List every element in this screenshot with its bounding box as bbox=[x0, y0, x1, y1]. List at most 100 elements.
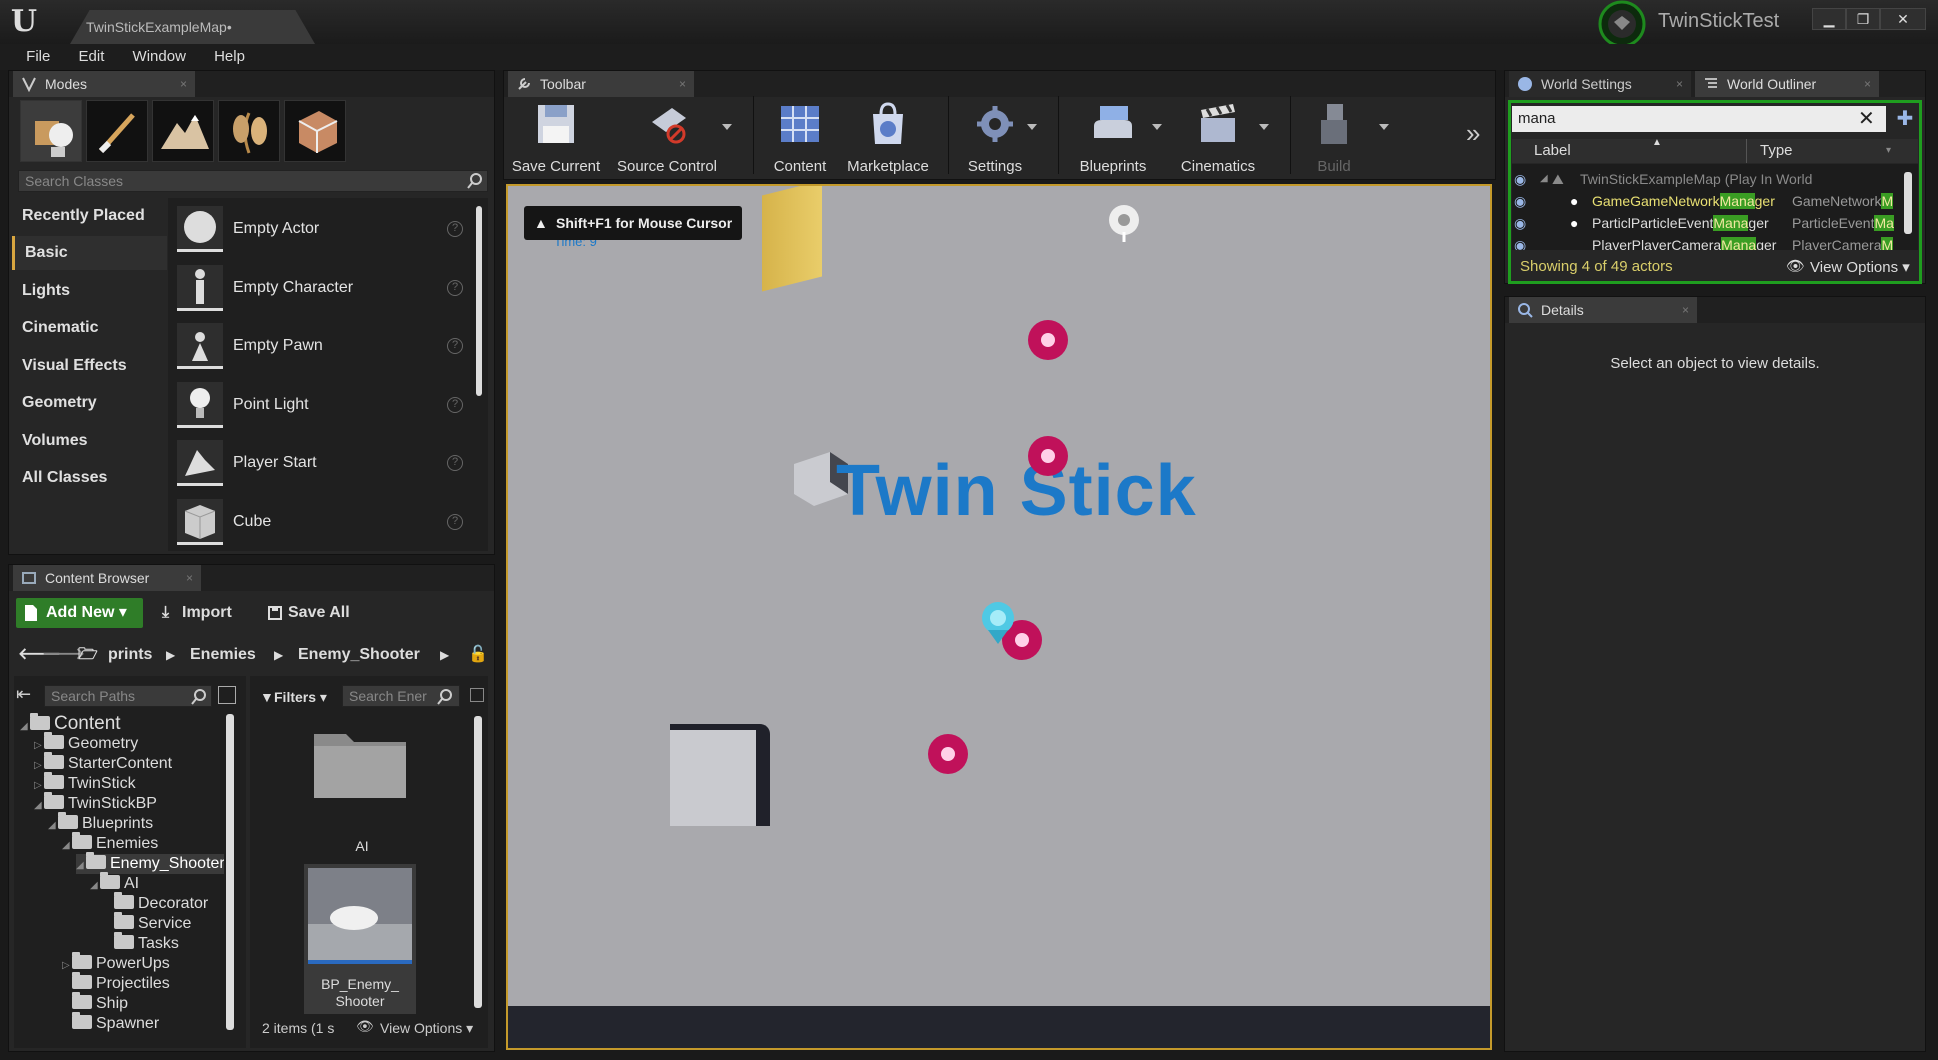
close-icon[interactable]: ✕ bbox=[1880, 8, 1926, 30]
geometry-mode-icon[interactable] bbox=[284, 100, 346, 162]
outliner-row-actor[interactable]: ◉ ● GameGameNetworkManager GameNetworkM bbox=[1512, 190, 1918, 212]
help-icon[interactable]: ? bbox=[447, 338, 463, 354]
expanded-caret-icon[interactable]: ◢ bbox=[48, 816, 58, 836]
category-geometry[interactable]: Geometry bbox=[12, 386, 167, 420]
collapsed-caret-icon[interactable]: ▷ bbox=[34, 776, 44, 796]
tree-folder[interactable]: ◢ Enemies bbox=[62, 832, 158, 854]
outliner-scrollbar[interactable] bbox=[1904, 172, 1912, 234]
tab-content-browser[interactable]: Content Browser × bbox=[13, 565, 201, 591]
settings-dropdown-icon[interactable] bbox=[1027, 124, 1037, 130]
visibility-eye-icon[interactable]: ◉ bbox=[1514, 168, 1526, 190]
asset-scrollbar[interactable] bbox=[474, 716, 482, 1008]
tree-folder[interactable]: Spawner bbox=[62, 1012, 159, 1034]
tab-world-settings[interactable]: World Settings × bbox=[1509, 71, 1691, 97]
tree-folder[interactable]: ◢ AI bbox=[90, 872, 139, 896]
lock-icon[interactable]: 🔓 bbox=[468, 642, 488, 668]
outliner-row-actor[interactable]: ◉ PlayerPlayerCameraManager PlayerCamera… bbox=[1512, 234, 1918, 250]
collapsed-caret-icon[interactable]: ▷ bbox=[62, 956, 72, 976]
close-tab-icon[interactable]: × bbox=[1676, 71, 1683, 97]
import-button[interactable]: ⤓ Import bbox=[160, 598, 232, 628]
category-all-classes[interactable]: All Classes bbox=[12, 461, 167, 495]
cinematics-button[interactable]: Cinematics bbox=[1168, 84, 1268, 175]
menu-window[interactable]: Window bbox=[121, 44, 198, 70]
asset-bp-enemy-shooter[interactable]: BP_Enemy_ Shooter bbox=[304, 864, 416, 1014]
tree-folder[interactable]: ▷ PowerUps bbox=[62, 952, 170, 976]
game-viewport[interactable]: Time: 9 ▲ Shift+F1 for Mouse Cursor Twin… bbox=[506, 184, 1492, 1050]
collapsed-caret-icon[interactable]: ▷ bbox=[34, 756, 44, 776]
collapse-tree-icon[interactable]: ⇤ bbox=[16, 684, 38, 706]
place-item-cube[interactable]: Cube ? bbox=[175, 494, 475, 550]
asset-folder-ai[interactable]: AI bbox=[302, 720, 422, 860]
add-actor-icon[interactable]: ✚ bbox=[1892, 106, 1918, 132]
category-recently-placed[interactable]: Recently Placed bbox=[12, 199, 167, 233]
category-basic[interactable]: Basic bbox=[12, 236, 167, 270]
document-tab[interactable]: TwinStickExampleMap• bbox=[70, 10, 315, 44]
save-current-button[interactable]: Save Current bbox=[506, 84, 606, 175]
tree-folder[interactable]: Tasks bbox=[104, 932, 179, 954]
place-item-player-start[interactable]: Player Start ? bbox=[175, 435, 475, 491]
build-dropdown-icon[interactable] bbox=[1379, 124, 1389, 130]
settings-button[interactable]: Settings bbox=[954, 84, 1036, 175]
clear-search-icon[interactable]: ✕ bbox=[1858, 106, 1875, 132]
add-new-button[interactable]: Add New ▾ bbox=[16, 598, 143, 628]
source-control-dropdown-icon[interactable] bbox=[722, 124, 732, 130]
place-item-empty-character[interactable]: Empty Character ? bbox=[175, 260, 475, 316]
expanded-caret-icon[interactable]: ◢ bbox=[90, 876, 100, 896]
filters-button[interactable]: ▼ Filters ▾ bbox=[258, 686, 327, 708]
tree-folder[interactable]: ▷ StarterContent bbox=[34, 752, 172, 776]
place-mode-icon[interactable] bbox=[20, 100, 82, 162]
search-classes-input[interactable]: Search Classes bbox=[18, 170, 488, 192]
outliner-row-world[interactable]: ◉ ◢ ⛰ TwinStickExampleMap (Play In World bbox=[1512, 168, 1918, 190]
outliner-row-actor[interactable]: ◉ ● ParticlParticleEventManager Particle… bbox=[1512, 212, 1918, 234]
place-item-point-light[interactable]: Point Light ? bbox=[175, 377, 475, 433]
blueprints-dropdown-icon[interactable] bbox=[1152, 124, 1162, 130]
expanded-caret-icon[interactable]: ◢ bbox=[20, 717, 30, 737]
cinematics-dropdown-icon[interactable] bbox=[1259, 124, 1269, 130]
expanded-caret-icon[interactable]: ◢ bbox=[76, 856, 86, 876]
outliner-view-options[interactable]: 👁 View Options ▾ bbox=[1786, 258, 1910, 276]
tree-folder[interactable]: ◢ Blueprints bbox=[48, 812, 153, 836]
help-icon[interactable]: ? bbox=[447, 455, 463, 471]
close-tab-icon[interactable]: × bbox=[186, 565, 193, 591]
chevron-down-icon[interactable]: ▾ bbox=[1886, 139, 1891, 163]
visibility-eye-icon[interactable]: ◉ bbox=[1514, 234, 1526, 250]
tree-folder[interactable]: ▷ TwinStick bbox=[34, 772, 136, 796]
breadcrumb-item[interactable]: Enemy_Shooter bbox=[298, 642, 420, 668]
build-button[interactable]: Build bbox=[1296, 84, 1372, 175]
tree-folder[interactable]: Service bbox=[104, 912, 191, 934]
help-icon[interactable]: ? bbox=[447, 514, 463, 530]
help-icon[interactable]: ? bbox=[447, 397, 463, 413]
minimize-icon[interactable]: ▁ bbox=[1812, 8, 1846, 30]
source-control-button[interactable]: Source Control bbox=[612, 84, 722, 175]
paint-mode-icon[interactable] bbox=[86, 100, 148, 162]
close-tab-icon[interactable]: × bbox=[1864, 71, 1871, 97]
breadcrumb-item[interactable]: Enemies bbox=[190, 642, 256, 668]
tab-world-outliner[interactable]: World Outliner × bbox=[1695, 71, 1879, 97]
content-button[interactable]: Content bbox=[762, 84, 838, 175]
marketplace-button[interactable]: Marketplace bbox=[840, 84, 936, 175]
landscape-mode-icon[interactable] bbox=[152, 100, 214, 162]
tree-folder[interactable]: Projectiles bbox=[62, 972, 170, 994]
tab-details[interactable]: Details × bbox=[1509, 297, 1697, 323]
restore-icon[interactable]: ❐ bbox=[1846, 8, 1880, 30]
place-item-empty-actor[interactable]: Empty Actor ? bbox=[175, 201, 475, 257]
category-visual-effects[interactable]: Visual Effects bbox=[12, 349, 167, 383]
foliage-mode-icon[interactable] bbox=[218, 100, 280, 162]
tab-modes[interactable]: Modes × bbox=[13, 71, 195, 97]
toolbar-overflow-icon[interactable]: » bbox=[1466, 118, 1480, 149]
save-all-button[interactable]: Save All bbox=[264, 598, 350, 628]
menu-file[interactable]: File bbox=[14, 44, 62, 70]
expanded-caret-icon[interactable]: ◢ bbox=[34, 796, 44, 816]
tree-folder[interactable]: ◢ Content bbox=[20, 713, 121, 737]
help-icon[interactable]: ? bbox=[447, 221, 463, 237]
collapsed-caret-icon[interactable]: ▷ bbox=[34, 736, 44, 756]
tree-scrollbar[interactable] bbox=[226, 714, 234, 1030]
placeable-scrollbar[interactable] bbox=[476, 206, 482, 396]
breadcrumb-item[interactable]: prints bbox=[108, 642, 152, 668]
visibility-eye-icon[interactable]: ◉ bbox=[1514, 212, 1526, 234]
close-tab-icon[interactable]: × bbox=[1682, 297, 1689, 323]
view-options-button[interactable]: 👁 View Options ▾ bbox=[356, 1018, 473, 1037]
tree-folder[interactable]: ◢ TwinStickBP bbox=[34, 792, 157, 816]
tree-folder[interactable]: Decorator bbox=[104, 892, 208, 914]
menu-edit[interactable]: Edit bbox=[67, 44, 117, 70]
